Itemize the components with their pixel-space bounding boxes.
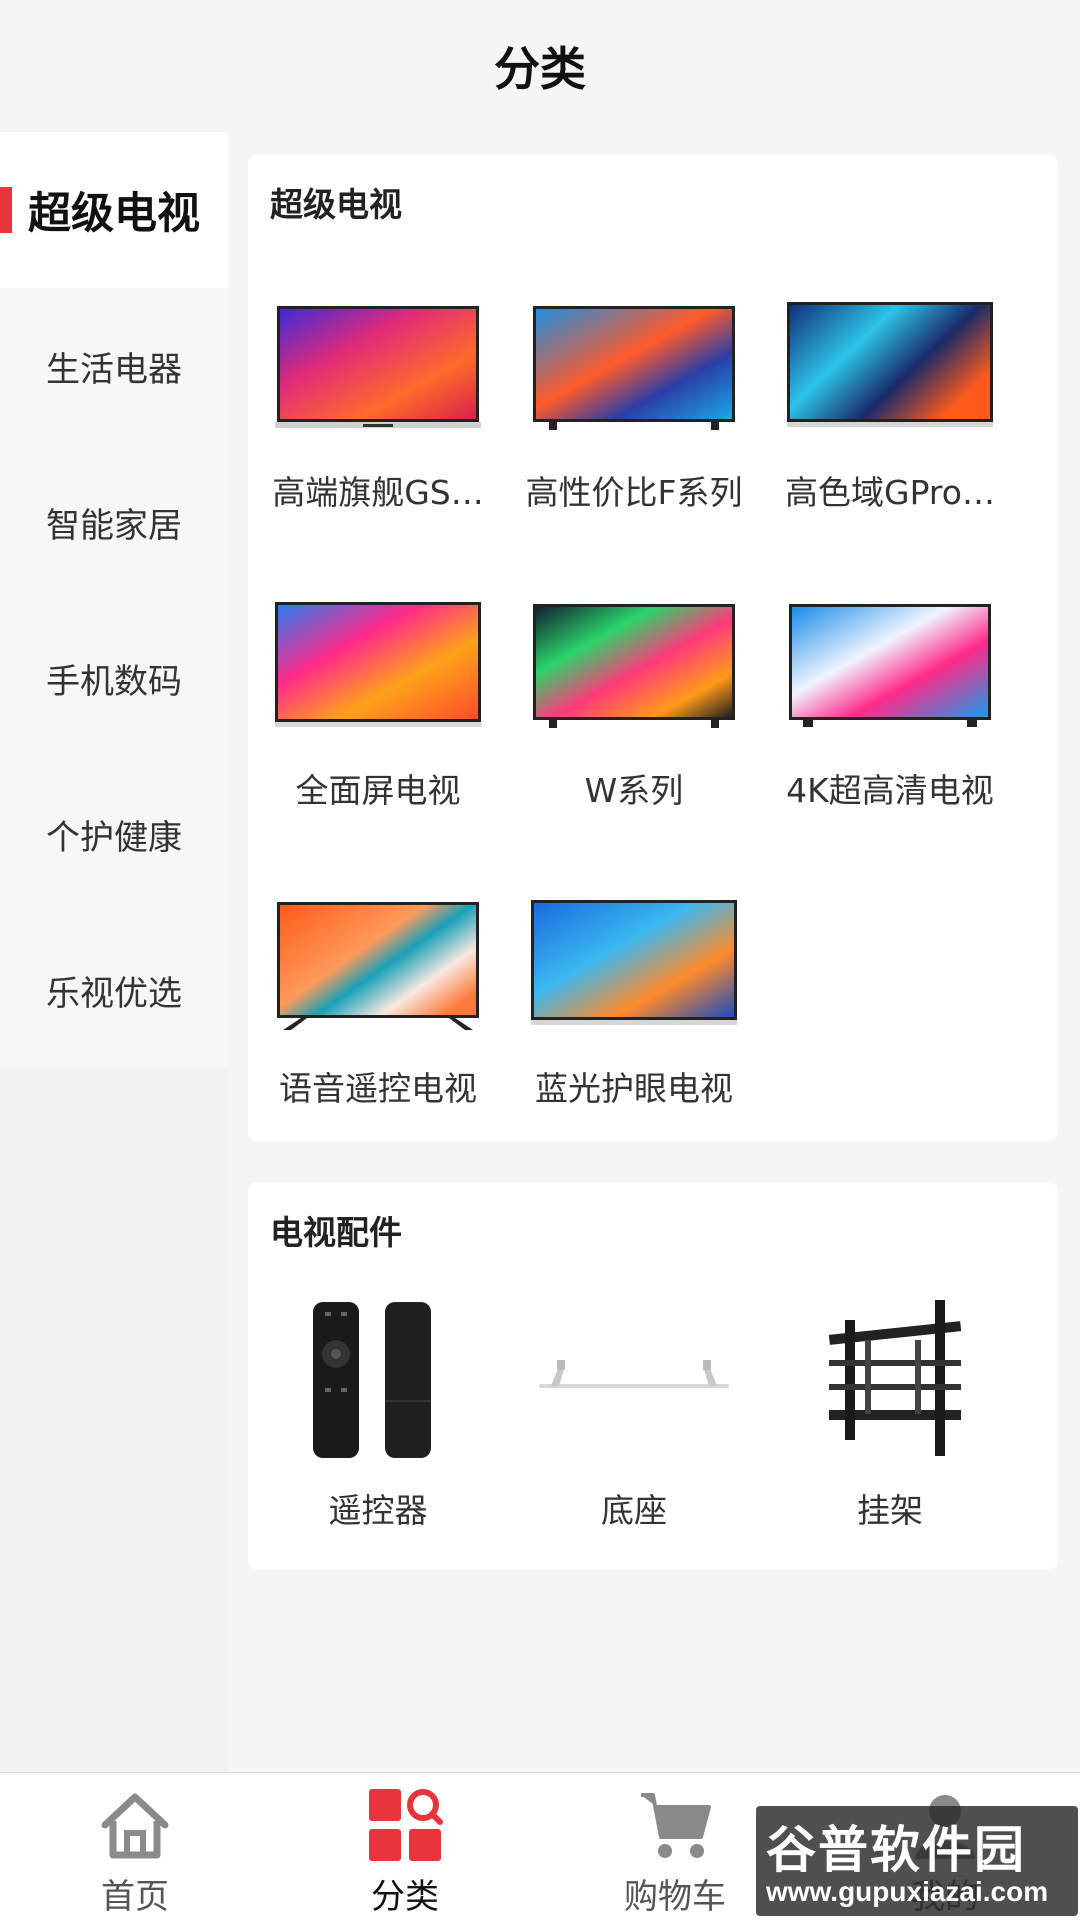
section-card-super-tv: 超级电视 高端旗舰GS… 高性价比F系列 高色域GPro… 全面屏电视 W系列 … <box>248 154 1058 1142</box>
category-icon <box>367 1787 443 1863</box>
tv-image <box>529 600 739 740</box>
page-title: 分类 <box>494 42 586 96</box>
tv-image <box>273 302 483 442</box>
section-title: 电视配件 <box>270 1213 402 1252</box>
sidebar-item-letv-selection[interactable]: 乐视优选 <box>0 912 228 1068</box>
category-item-label: W系列 <box>584 771 684 810</box>
tab-label: 购物车 <box>624 1877 726 1917</box>
category-item-label: 遥控器 <box>328 1491 428 1530</box>
category-item-label: 全面屏电视 <box>295 771 461 810</box>
sidebar-item-label: 乐视优选 <box>46 973 182 1014</box>
category-item-label: 挂架 <box>857 1491 923 1530</box>
remote-control-image <box>273 1300 483 1460</box>
sidebar-item-personal-care[interactable]: 个护健康 <box>0 756 228 912</box>
sidebar-list: 超级电视 生活电器 智能家居 手机数码 个护健康 乐视优选 <box>0 132 228 1068</box>
cart-icon <box>637 1787 713 1863</box>
category-item[interactable]: 全面屏电视 <box>250 600 506 812</box>
category-item[interactable]: W系列 <box>506 600 762 812</box>
watermark-main-text: 谷普软件园 <box>766 1821 1026 1879</box>
category-item-label: 高性价比F系列 <box>525 473 743 512</box>
header: 分类 <box>0 0 1080 132</box>
category-item-label: 4K超高清电视 <box>786 771 994 810</box>
tab-label: 首页 <box>101 1877 169 1917</box>
category-item[interactable]: 蓝光护眼电视 <box>506 898 762 1110</box>
category-item[interactable]: 挂架 <box>762 1300 1018 1532</box>
category-item[interactable]: 遥控器 <box>250 1300 506 1532</box>
category-item-label: 高端旗舰GS… <box>272 473 484 512</box>
sidebar-item-label: 生活电器 <box>46 349 182 390</box>
tv-image <box>785 302 995 442</box>
watermark-url-text: www.gupuxiazai.com <box>766 1876 1049 1907</box>
category-sidebar: 超级电视 生活电器 智能家居 手机数码 个护健康 乐视优选 <box>0 132 228 1772</box>
sidebar-item-phones-digital[interactable]: 手机数码 <box>0 600 228 756</box>
tv-image <box>273 898 483 1038</box>
watermark-logo: 谷普软件园 www.gupuxiazai.com <box>756 1806 1078 1916</box>
sidebar-item-home-appliances[interactable]: 生活电器 <box>0 288 228 444</box>
sidebar-item-label: 超级电视 <box>28 189 200 239</box>
tv-image <box>785 600 995 740</box>
sidebar-item-label: 智能家居 <box>46 505 182 546</box>
category-item[interactable]: 语音遥控电视 <box>250 898 506 1110</box>
category-item[interactable]: 4K超高清电视 <box>762 600 1018 812</box>
tv-stand-image <box>529 1300 739 1460</box>
tab-category[interactable]: 分类 <box>270 1773 540 1920</box>
category-item-label: 底座 <box>601 1491 667 1530</box>
category-item-label: 蓝光护眼电视 <box>535 1069 733 1108</box>
tv-image <box>273 600 483 740</box>
tv-image <box>529 302 739 442</box>
category-item-label: 语音遥控电视 <box>279 1069 477 1108</box>
active-indicator <box>0 187 12 233</box>
category-item-label: 高色域GPro… <box>785 473 995 512</box>
tv-image <box>529 898 739 1038</box>
category-item[interactable]: 高色域GPro… <box>762 302 1018 514</box>
sidebar-item-label: 个护健康 <box>46 817 182 858</box>
wall-mount-image <box>785 1300 995 1460</box>
sidebar-item-super-tv[interactable]: 超级电视 <box>0 132 228 288</box>
section-card-tv-accessories: 电视配件 遥控器 底座 挂架 <box>248 1182 1058 1570</box>
category-item[interactable]: 高端旗舰GS… <box>250 302 506 514</box>
category-item[interactable]: 底座 <box>506 1300 762 1532</box>
tab-home[interactable]: 首页 <box>0 1773 270 1920</box>
home-icon <box>97 1787 173 1863</box>
tab-label: 分类 <box>371 1877 439 1917</box>
section-title: 超级电视 <box>270 185 402 224</box>
sidebar-item-smart-home[interactable]: 智能家居 <box>0 444 228 600</box>
category-item[interactable]: 高性价比F系列 <box>506 302 762 514</box>
sidebar-item-label: 手机数码 <box>46 661 182 702</box>
